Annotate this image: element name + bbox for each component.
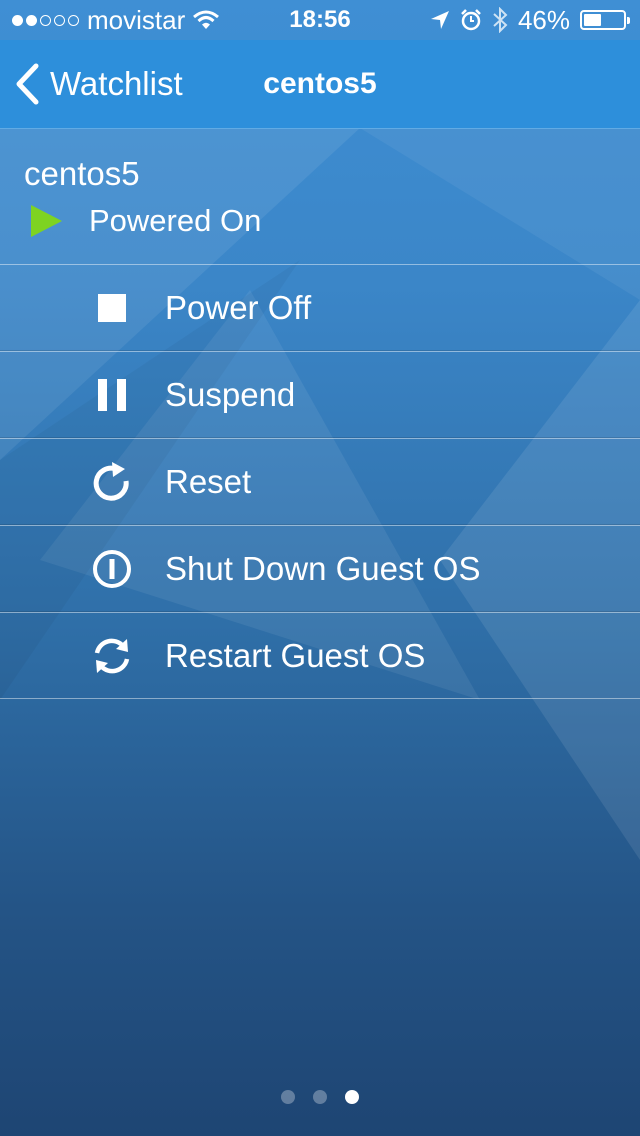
status-bar: movistar 18:56 46% <box>0 0 640 40</box>
action-label: Shut Down Guest OS <box>165 549 481 587</box>
navigation-bar: Watchlist centos5 <box>0 40 640 129</box>
action-label: Suspend <box>165 375 296 413</box>
page-indicator <box>0 1090 640 1104</box>
vm-name: centos5 <box>24 155 140 192</box>
vm-power-state: Powered On <box>28 203 261 239</box>
battery-percent: 46% <box>517 5 570 35</box>
reset-icon <box>90 460 134 504</box>
restart-icon <box>90 634 134 678</box>
action-label: Power Off <box>165 288 312 326</box>
shut-down-guest-os-button[interactable]: Shut Down Guest OS <box>0 525 640 612</box>
action-label: Reset <box>165 462 252 500</box>
page-dot[interactable] <box>345 1090 359 1104</box>
page-title: centos5 <box>263 67 377 100</box>
power-actions-list: Power Off Suspend Reset Shut Down Guest … <box>0 264 640 699</box>
action-label: Restart Guest OS <box>165 636 426 674</box>
bluetooth-icon <box>493 7 508 33</box>
vm-summary: centos5 Powered On <box>0 129 640 264</box>
page-dot[interactable] <box>313 1090 327 1104</box>
vm-state-label: Powered On <box>89 203 262 238</box>
suspend-button[interactable]: Suspend <box>0 351 640 438</box>
battery-icon <box>580 10 630 30</box>
play-icon <box>31 205 62 237</box>
page-dot[interactable] <box>281 1090 295 1104</box>
alarm-icon <box>461 9 481 31</box>
shutdown-icon <box>90 547 134 591</box>
restart-guest-os-button[interactable]: Restart Guest OS <box>0 612 640 699</box>
stop-icon <box>90 286 134 330</box>
pause-icon <box>90 373 134 417</box>
power-off-button[interactable]: Power Off <box>0 264 640 351</box>
reset-button[interactable]: Reset <box>0 438 640 525</box>
location-arrow-icon <box>430 11 449 29</box>
